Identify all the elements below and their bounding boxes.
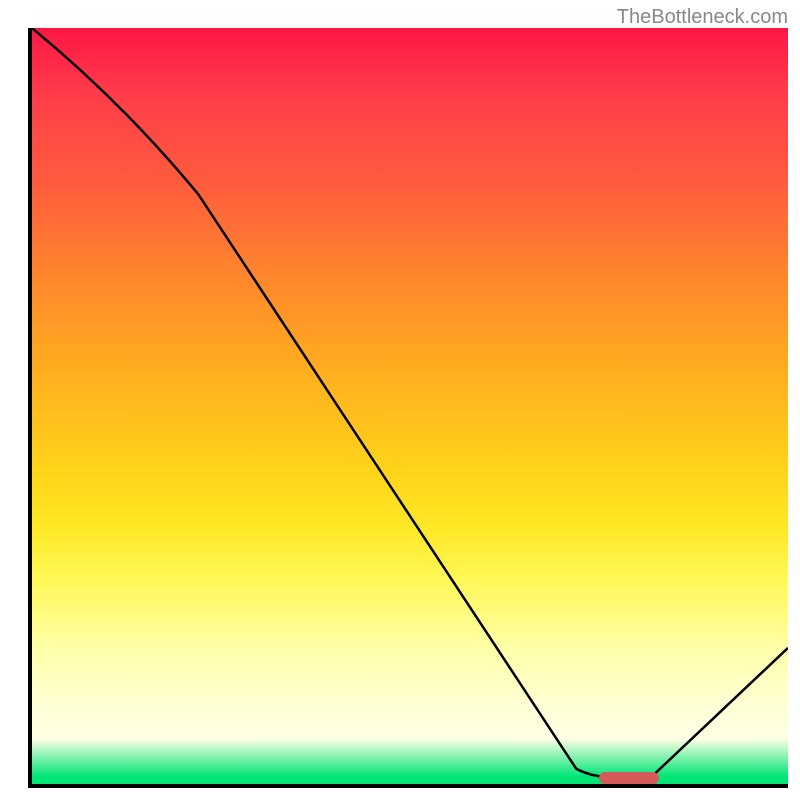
watermark-text: TheBottleneck.com [617,6,788,29]
axes-frame [28,28,788,788]
